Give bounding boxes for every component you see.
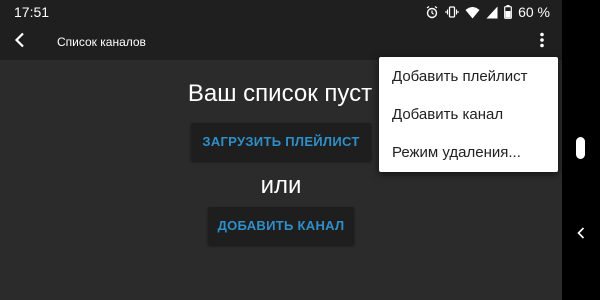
more-vert-icon: [539, 32, 545, 53]
load-playlist-button[interactable]: ЗАГРУЗИТЬ ПЛЕЙЛИСТ: [191, 123, 371, 161]
signal-icon: [486, 6, 498, 19]
menu-item-add-playlist[interactable]: Добавить плейлист: [379, 58, 558, 96]
chevron-left-icon: [13, 32, 27, 53]
wifi-icon: [465, 6, 480, 19]
status-time: 17:51: [14, 4, 50, 20]
status-icons: 60 %: [425, 3, 550, 21]
or-label: или: [260, 172, 302, 199]
app-bar: Список каналов: [0, 24, 562, 60]
app-screen: 17:51 60 % Список каналов Ваш список пус…: [0, 0, 562, 300]
vibrate-icon: [445, 5, 459, 19]
menu-item-add-channel[interactable]: Добавить канал: [379, 96, 558, 134]
nav-back-icon[interactable]: [573, 224, 589, 242]
battery-icon: [504, 5, 512, 19]
battery-percent: 60 %: [518, 4, 550, 20]
overflow-menu-button[interactable]: [528, 28, 556, 56]
status-bar: 17:51 60 %: [0, 0, 562, 24]
home-pill-icon[interactable]: [576, 137, 585, 159]
page-title: Список каналов: [57, 35, 146, 49]
menu-item-delete-mode[interactable]: Режим удаления...: [379, 134, 558, 172]
alarm-icon: [425, 5, 439, 19]
add-channel-button[interactable]: ДОБАВИТЬ КАНАЛ: [208, 207, 354, 245]
back-button[interactable]: [6, 28, 34, 56]
overflow-menu: Добавить плейлист Добавить канал Режим у…: [379, 57, 558, 172]
system-nav-bar: [562, 0, 600, 300]
